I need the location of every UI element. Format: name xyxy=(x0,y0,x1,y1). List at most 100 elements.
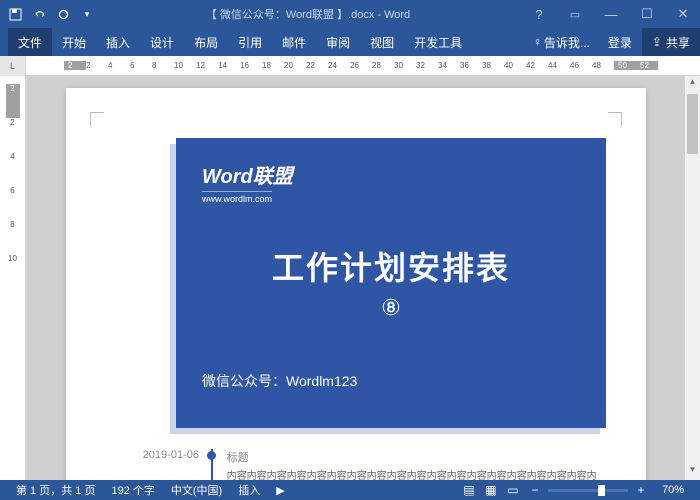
entry-text: 内容内容内容内容内容内容内容内容内容内容内容内容内容内容内容内容内容内容内容内容… xyxy=(227,469,606,480)
cover-wechat: 微信公众号：Wordlm123 xyxy=(202,371,580,391)
logo-url: www.wordlm.com xyxy=(202,191,272,204)
status-insert[interactable]: 插入 xyxy=(230,482,268,498)
ruler-horizontal-wrap: L 2 246810121416182022242628303234363840… xyxy=(0,56,700,76)
scroll-up-icon[interactable]: ▴ xyxy=(685,76,700,92)
help-icon[interactable]: ? xyxy=(522,0,556,28)
margin-corner-icon xyxy=(90,112,104,126)
titlebar: ▾ 【 微信公众号：Word联盟 】.docx - Word ? ▭ — ☐ ✕ xyxy=(0,0,700,28)
minimize-icon[interactable]: — xyxy=(594,0,628,28)
tab-dev[interactable]: 开发工具 xyxy=(404,28,472,56)
timeline-dot-icon xyxy=(207,451,216,460)
zoom-level[interactable]: 70% xyxy=(654,484,692,496)
ruler-tick: 2 xyxy=(64,61,86,70)
window-controls: ? ▭ — ☐ ✕ xyxy=(522,0,700,28)
status-page[interactable]: 第 1 页，共 1 页 xyxy=(8,482,103,498)
ruler-tick: 18 xyxy=(262,61,284,70)
bulb-icon: ♀ xyxy=(533,35,542,49)
ruler-tick: 6 xyxy=(130,61,152,70)
status-lang[interactable]: 中文(中国) xyxy=(163,482,230,498)
ruler-tick: 4 xyxy=(10,152,14,186)
entry-body: 标题 内容内容内容内容内容内容内容内容内容内容内容内容内容内容内容内容内容内容内… xyxy=(227,449,606,480)
view-web-icon[interactable]: ▭ xyxy=(504,483,522,497)
ruler-tick: 2 xyxy=(10,118,14,152)
status-right: ▤ ▦ ▭ − + 70% xyxy=(460,483,692,497)
ruler-tick: 10 xyxy=(174,61,196,70)
margin-corner-icon xyxy=(608,112,622,126)
vertical-scrollbar[interactable]: ▴ ▾ xyxy=(684,76,700,480)
zoom-slider[interactable] xyxy=(548,489,628,492)
status-words[interactable]: 192 个字 xyxy=(103,482,162,498)
timeline-entry: 2019-01-06 标题 内容内容内容内容内容内容内容内容内容内容内容内容内容… xyxy=(136,449,606,480)
ruler-tick: 24 xyxy=(328,61,350,70)
ribbon-options-icon[interactable]: ▭ xyxy=(558,0,592,28)
ruler-tick: 32 xyxy=(416,61,438,70)
ruler-tick: 2 xyxy=(6,84,20,118)
ruler-horizontal[interactable]: 2 24681012141618202224262830323436384042… xyxy=(26,56,700,75)
cover-title: 工作计划安排表 xyxy=(202,243,580,289)
logo-text: Word联盟 xyxy=(202,160,580,189)
entry-title: 标题 xyxy=(227,449,606,465)
ruler-tick: 40 xyxy=(504,61,526,70)
ruler-tick: 4 xyxy=(108,61,130,70)
tab-review[interactable]: 审阅 xyxy=(316,28,360,56)
login-button[interactable]: 登录 xyxy=(598,34,642,51)
ruler-tick: 20 xyxy=(284,61,306,70)
tab-view[interactable]: 视图 xyxy=(360,28,404,56)
view-print-icon[interactable]: ▦ xyxy=(482,483,500,497)
ruler-tick: 48 xyxy=(592,61,614,70)
zoom-thumb[interactable] xyxy=(598,485,605,496)
ruler-tick: 30 xyxy=(394,61,416,70)
ruler-tick: 8 xyxy=(152,61,174,70)
qat-dropdown-icon[interactable]: ▾ xyxy=(80,7,94,21)
undo-icon[interactable] xyxy=(32,7,46,21)
tell-me[interactable]: ♀告诉我... xyxy=(525,34,598,51)
ruler-vertical[interactable]: 2 246810 xyxy=(0,76,26,480)
ruler-tick: 50 xyxy=(614,61,636,70)
window-title: 【 微信公众号：Word联盟 】.docx - Word xyxy=(94,6,522,22)
share-icon: ⇪ xyxy=(652,35,662,49)
ruler-tick: 12 xyxy=(196,61,218,70)
ruler-tick: 6 xyxy=(10,186,14,220)
ruler-tick: 16 xyxy=(240,61,262,70)
zoom-in-icon[interactable]: + xyxy=(632,483,650,497)
ruler-tick: 52 xyxy=(636,61,658,70)
tab-selector[interactable]: L xyxy=(0,56,26,76)
share-button[interactable]: ⇪共享 xyxy=(642,28,700,56)
cover-overlay: Word联盟 www.wordlm.com 工作计划安排表 ⑧ 微信公众号：Wo… xyxy=(176,138,606,428)
tab-layout[interactable]: 布局 xyxy=(184,28,228,56)
tab-design[interactable]: 设计 xyxy=(140,28,184,56)
tab-file[interactable]: 文件 xyxy=(8,28,52,56)
ruler-tick: 10 xyxy=(8,254,17,288)
tab-insert[interactable]: 插入 xyxy=(96,28,140,56)
timeline-line xyxy=(211,449,213,480)
redo-icon[interactable] xyxy=(56,7,70,21)
save-icon[interactable] xyxy=(8,7,22,21)
tell-me-label: 告诉我... xyxy=(544,34,590,51)
view-read-icon[interactable]: ▤ xyxy=(460,483,478,497)
page: 201 容内容 2019-01-06 标题 内容内容内容内容内容内容内容内容内容… xyxy=(66,88,646,480)
tab-home[interactable]: 开始 xyxy=(52,28,96,56)
ruler-tick: 26 xyxy=(350,61,372,70)
entry-date: 2019-01-06 xyxy=(136,449,211,480)
tab-mail[interactable]: 邮件 xyxy=(272,28,316,56)
cover-number: ⑧ xyxy=(202,295,580,321)
ruler-tick: 46 xyxy=(570,61,592,70)
tab-references[interactable]: 引用 xyxy=(228,28,272,56)
status-macro-icon[interactable]: ▶ xyxy=(268,484,292,497)
document-area[interactable]: 201 容内容 2019-01-06 标题 内容内容内容内容内容内容内容内容内容… xyxy=(26,76,684,480)
ruler-tick: 14 xyxy=(218,61,240,70)
statusbar: 第 1 页，共 1 页 192 个字 中文(中国) 插入 ▶ ▤ ▦ ▭ − +… xyxy=(0,480,700,500)
maximize-icon[interactable]: ☐ xyxy=(630,0,664,28)
ruler-tick: 2 xyxy=(86,61,108,70)
ruler-tick: 42 xyxy=(526,61,548,70)
scroll-thumb[interactable] xyxy=(687,94,698,154)
ruler-tick: 44 xyxy=(548,61,570,70)
ruler-tick: 22 xyxy=(306,61,328,70)
ruler-tick: 8 xyxy=(10,220,14,254)
ruler-tick: 36 xyxy=(460,61,482,70)
zoom-out-icon[interactable]: − xyxy=(526,483,544,497)
scroll-down-icon[interactable]: ▾ xyxy=(685,464,700,480)
ribbon-tabs: 文件 开始 插入 设计 布局 引用 邮件 审阅 视图 开发工具 ♀告诉我... … xyxy=(0,28,700,56)
close-icon[interactable]: ✕ xyxy=(666,0,700,28)
quick-access-toolbar: ▾ xyxy=(0,7,94,21)
